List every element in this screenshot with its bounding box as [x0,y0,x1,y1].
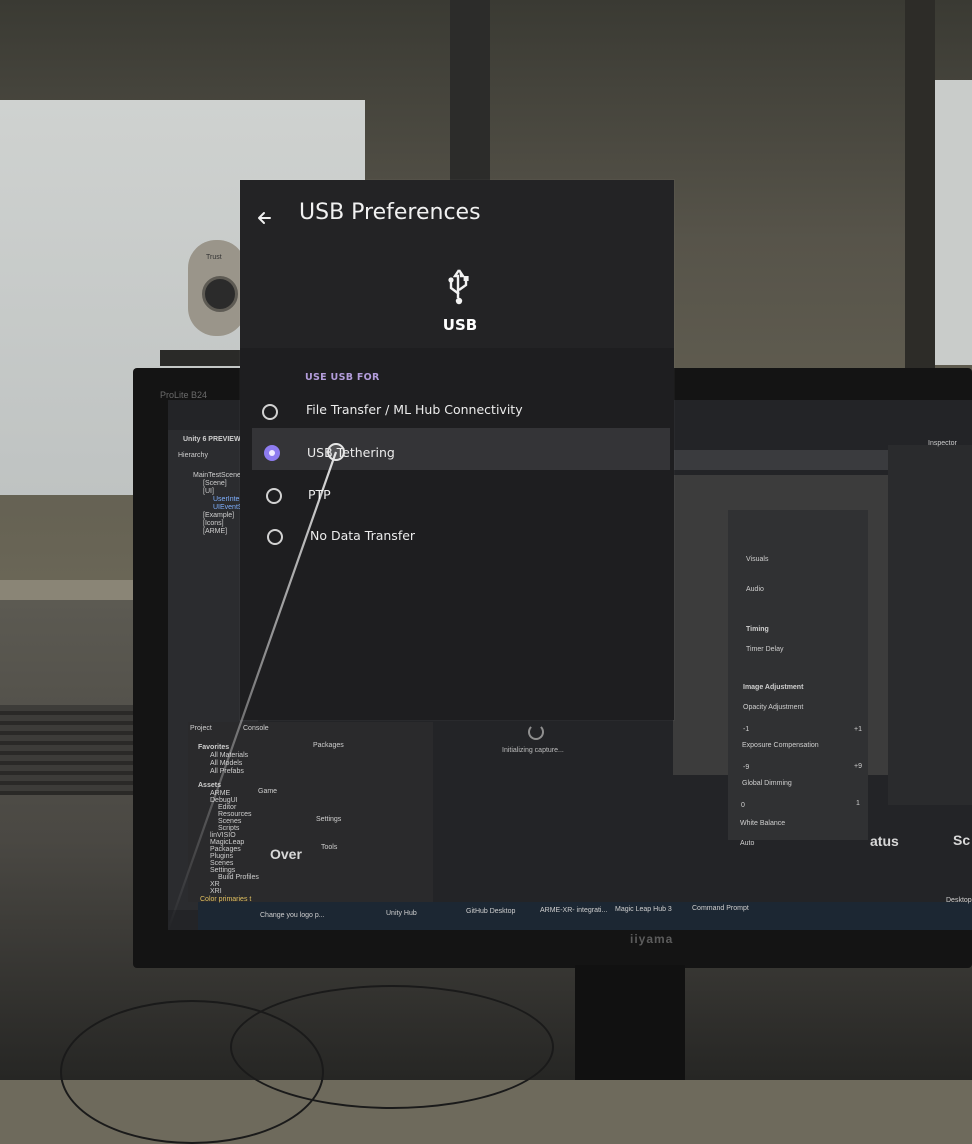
over-text: Over [270,846,302,862]
option-label: USB Tethering [307,445,395,460]
webcam-brand: Trust [206,254,222,261]
side-label: Settings [316,816,342,823]
option-file-transfer[interactable]: File Transfer / ML Hub Connectivity [252,392,670,432]
usb-label: USB [442,316,478,334]
back-button[interactable] [251,205,277,231]
inspector-item: Image Adjustment [743,684,804,691]
inspector-label: Inspector [928,440,957,447]
scene-item: [ARME] [203,528,228,535]
asset-item: Plugins [210,853,233,860]
favorites-item: All Models [210,760,243,767]
asset-item: XR [210,881,220,888]
other-monitor-brand: ProLite B24 [160,390,208,400]
taskbar-item: Command Prompt [692,905,749,912]
inspector-value: -9 [743,764,750,771]
favorites-item: All Materials [210,752,249,759]
loading-spinner-icon [528,724,544,740]
webcam: Trust [160,240,250,366]
taskbar-item: Magic Leap Hub 3 [615,906,672,913]
radio-button[interactable] [262,404,278,420]
background-window-right [935,80,972,365]
inspector-item: Audio [746,586,764,593]
webcam-lens [202,276,238,312]
radio-button[interactable] [267,529,283,545]
monitor-stand [575,965,685,1080]
console-tab: Console [243,725,269,732]
option-ptp[interactable]: PTP [252,476,670,516]
asset-item: Editor [218,804,237,811]
asset-item: linVISIO [210,832,236,839]
radio-button-checked[interactable] [264,445,280,461]
loading-text: Initializing capture... [502,747,564,754]
scene-item: [Example] [203,512,235,519]
sc-text: Sc [953,832,971,848]
side-label: Tools [321,844,338,851]
asset-item: Build Profiles [218,874,259,881]
asset-item: XRI [210,888,222,895]
arrow-left-icon [258,212,271,224]
side-label: Packages [313,742,344,749]
favorites-label: Favorites [198,744,230,751]
asset-item: MagicLeap [210,839,245,846]
inspector-item: Visuals [746,556,769,563]
taskbar-item: Unity Hub [386,910,417,917]
asset-item: Packages [210,846,241,853]
scene-item: [UI] [203,488,214,495]
radio-button[interactable] [266,488,282,504]
favorites-item: All Prefabs [210,768,244,775]
hierarchy-title: Hierarchy [178,452,208,459]
project-tab: Project [190,725,212,732]
taskbar-item: GitHub Desktop [466,908,516,915]
unity-title: Unity 6 PREVIEW [183,436,241,443]
page-title: USB Preferences [299,200,481,225]
inspector-item: Timer Delay [746,646,784,653]
option-label: PTP [308,487,331,502]
section-label: USE USB FOR [305,372,380,383]
inspector-item: White Balance [740,820,786,827]
inspector-value: Auto [740,840,755,847]
cable [60,1000,324,1144]
inspector-item: Timing [746,626,769,633]
inspector-value: -1 [743,726,750,733]
option-label: File Transfer / ML Hub Connectivity [306,402,523,417]
desktop-text: Desktop [946,897,972,904]
usb-icon [448,269,469,305]
inspector-item: Global Dimming [742,780,792,787]
inspector-value: +9 [854,763,862,770]
asset-item: Scenes [218,818,242,825]
option-label: No Data Transfer [310,528,416,543]
scene-item: [Icons] [203,520,224,527]
inspector-value: 0 [741,802,745,809]
pointer-cursor [327,443,345,461]
asset-item: Scripts [218,825,240,832]
game-label: Game [258,788,278,795]
scene-item: [Scene] [203,480,227,487]
taskbar-item: Change you logo p... [260,912,325,919]
status-text: atus [870,833,899,849]
taskbar-item: ARME-XR- integrati... [540,907,608,914]
unity-right-panel [888,445,972,805]
assets-label: Assets [198,782,221,789]
inspector-value: 1 [856,800,860,807]
asset-item: Settings [210,867,236,874]
inspector-item: Exposure Compensation [742,742,819,749]
asset-item: Scenes [210,860,234,867]
asset-item: ARME [210,790,231,797]
asset-item: Resources [218,811,252,818]
asset-item: DebugUI [210,797,238,804]
monitor-brand: iiyama [630,932,674,946]
scene-item: MainTestScene [193,472,241,479]
inspector-value: +1 [854,726,862,733]
webcam-stand [160,350,250,366]
inspector-item: Opacity Adjustment [743,704,804,711]
warning-text: Color primaries t [200,896,252,903]
option-usb-tethering[interactable]: USB Tethering [252,428,670,470]
option-no-data-transfer[interactable]: No Data Transfer [252,516,670,556]
